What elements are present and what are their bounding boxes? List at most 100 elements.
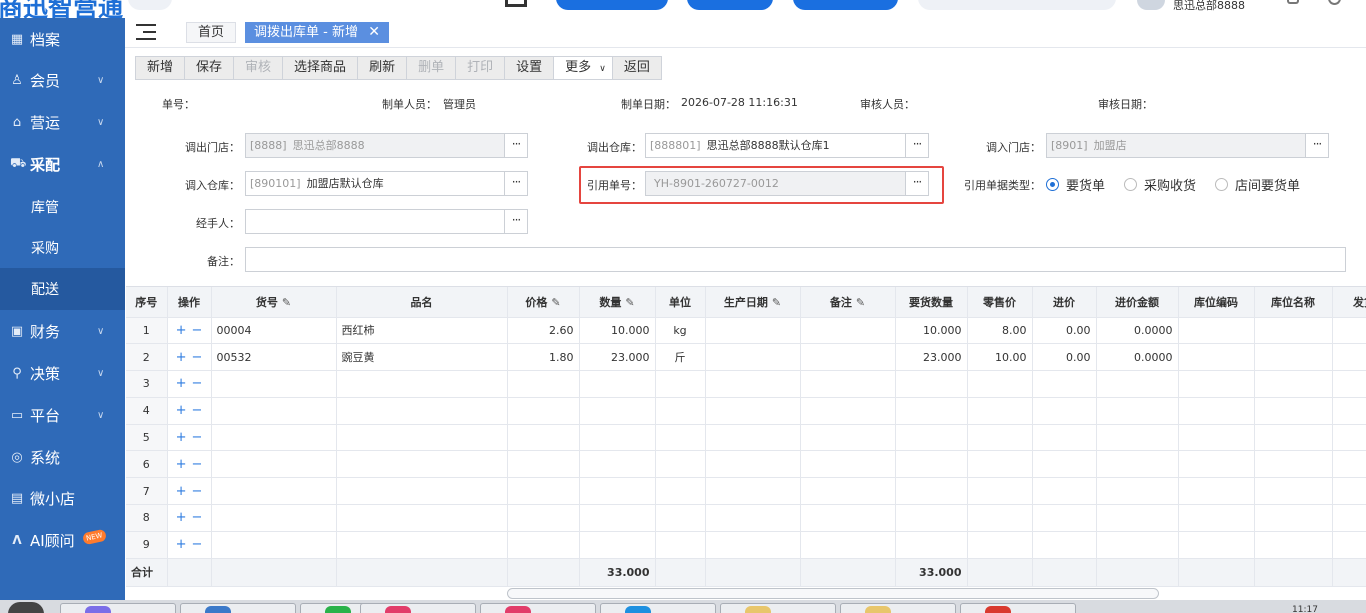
print-button[interactable]: 打印 (456, 57, 506, 79)
table-row[interactable]: 3 + − (126, 370, 1366, 398)
row-cost-price[interactable] (1032, 531, 1097, 559)
row-requested-qty[interactable] (895, 477, 968, 506)
row-ship[interactable] (1332, 370, 1366, 398)
row-retail-price[interactable] (967, 370, 1033, 398)
sidebar-item-platform[interactable]: ▭ 平台 ∨ (0, 394, 125, 436)
row-production-date[interactable] (705, 343, 801, 372)
row-code[interactable]: 00532 (211, 343, 337, 372)
sidebar-item-operation[interactable]: ⌂ 营运 ∨ (0, 101, 125, 143)
in-warehouse-field[interactable]: [890101] 加盟店默认仓库 (245, 171, 505, 196)
remove-row-icon[interactable]: − (192, 457, 203, 472)
row-retail-price[interactable] (967, 424, 1033, 452)
table-row[interactable]: 5 + − (126, 424, 1366, 452)
row-location-name[interactable] (1254, 317, 1333, 345)
sidebar-subitem-distribution[interactable]: 配送 (0, 268, 125, 310)
close-icon[interactable]: ✕ (368, 22, 380, 43)
row-cost-price[interactable] (1032, 477, 1097, 506)
in-store-picker-button[interactable]: ··· (1305, 133, 1329, 158)
save-button[interactable]: 保存 (185, 57, 235, 79)
row-price[interactable]: 2.60 (507, 317, 580, 345)
row-ship[interactable] (1332, 424, 1366, 452)
row-unit[interactable]: kg (655, 317, 706, 345)
taskbar-app[interactable] (840, 603, 956, 613)
row-cost-price[interactable] (1032, 370, 1097, 398)
taskbar-app[interactable] (480, 603, 596, 613)
row-name[interactable] (336, 424, 508, 452)
add-row-icon[interactable]: + (176, 376, 187, 391)
row-retail-price[interactable]: 10.00 (967, 343, 1033, 372)
row-cost-amount[interactable] (1096, 450, 1179, 479)
tab-home[interactable]: 首页 (186, 22, 236, 43)
sidebar-item-ai-advisor[interactable]: Ʌ AI顾问 NEW (0, 519, 125, 561)
remove-row-icon[interactable]: − (192, 430, 203, 445)
start-button[interactable] (8, 602, 44, 613)
row-cost-price[interactable] (1032, 504, 1097, 532)
row-location-code[interactable] (1178, 504, 1255, 532)
table-row[interactable]: 7 + − (126, 477, 1366, 506)
username[interactable]: 思迅总部8888 (1173, 0, 1245, 13)
row-unit[interactable] (655, 450, 706, 479)
row-production-date[interactable] (705, 477, 801, 506)
row-retail-price[interactable] (967, 397, 1033, 425)
col-production-date[interactable]: 生产日期 ✎ (705, 287, 801, 318)
row-note[interactable] (800, 477, 896, 506)
row-price[interactable] (507, 504, 580, 532)
row-qty[interactable]: 23.000 (579, 343, 656, 372)
refresh-button[interactable]: 刷新 (358, 57, 408, 79)
row-note[interactable] (800, 531, 896, 559)
row-code[interactable]: 00004 (211, 317, 337, 345)
row-code[interactable] (211, 450, 337, 479)
row-location-code[interactable] (1178, 343, 1255, 372)
sidebar-item-system[interactable]: ◎ 系统 (0, 436, 125, 478)
row-requested-qty[interactable] (895, 450, 968, 479)
taskbar-app[interactable] (360, 603, 476, 613)
add-row-icon[interactable]: + (176, 403, 187, 418)
row-qty[interactable] (579, 531, 656, 559)
col-price[interactable]: 价格 ✎ (507, 287, 580, 318)
row-price[interactable] (507, 477, 580, 506)
row-note[interactable] (800, 504, 896, 532)
row-note[interactable] (800, 397, 896, 425)
row-name[interactable] (336, 370, 508, 398)
message-icon[interactable] (1287, 0, 1299, 4)
row-unit[interactable] (655, 531, 706, 559)
row-code[interactable] (211, 531, 337, 559)
row-production-date[interactable] (705, 424, 801, 452)
row-cost-amount[interactable]: 0.0000 (1096, 317, 1179, 345)
remove-row-icon[interactable]: − (192, 376, 203, 391)
row-retail-price[interactable] (967, 531, 1033, 559)
out-warehouse-picker-button[interactable]: ··· (905, 133, 929, 158)
row-location-name[interactable] (1254, 370, 1333, 398)
row-note[interactable] (800, 343, 896, 372)
col-note[interactable]: 备注 ✎ (800, 287, 896, 318)
back-button[interactable]: 返回 (612, 57, 661, 79)
row-retail-price[interactable] (967, 450, 1033, 479)
row-name[interactable] (336, 397, 508, 425)
taskbar-app[interactable] (720, 603, 836, 613)
row-cost-price[interactable] (1032, 450, 1097, 479)
out-store-picker-button[interactable]: ··· (504, 133, 528, 158)
taskbar-app[interactable] (60, 603, 176, 613)
menu-collapse-icon[interactable] (136, 24, 158, 40)
remove-row-icon[interactable]: − (192, 510, 203, 525)
row-location-code[interactable] (1178, 424, 1255, 452)
row-location-code[interactable] (1178, 477, 1255, 506)
row-location-name[interactable] (1254, 343, 1333, 372)
row-qty[interactable] (579, 370, 656, 398)
row-location-code[interactable] (1178, 370, 1255, 398)
remove-row-icon[interactable]: − (192, 350, 203, 365)
row-price[interactable] (507, 450, 580, 479)
taskbar-app[interactable] (960, 603, 1076, 613)
out-store-field[interactable]: [8888] 思迅总部8888 (245, 133, 505, 158)
row-note[interactable] (800, 424, 896, 452)
row-ship[interactable] (1332, 343, 1366, 372)
row-code[interactable] (211, 477, 337, 506)
qrcode-icon[interactable] (505, 0, 527, 7)
row-requested-qty[interactable] (895, 424, 968, 452)
row-cost-amount[interactable] (1096, 397, 1179, 425)
more-dropdown-button[interactable]: 更多 ∨ (554, 57, 613, 79)
delete-order-button[interactable]: 删单 (407, 57, 457, 79)
row-ship[interactable] (1332, 397, 1366, 425)
table-row[interactable]: 9 + − (126, 531, 1366, 559)
out-warehouse-field[interactable]: [888801] 思迅总部8888默认仓库1 (645, 133, 906, 158)
